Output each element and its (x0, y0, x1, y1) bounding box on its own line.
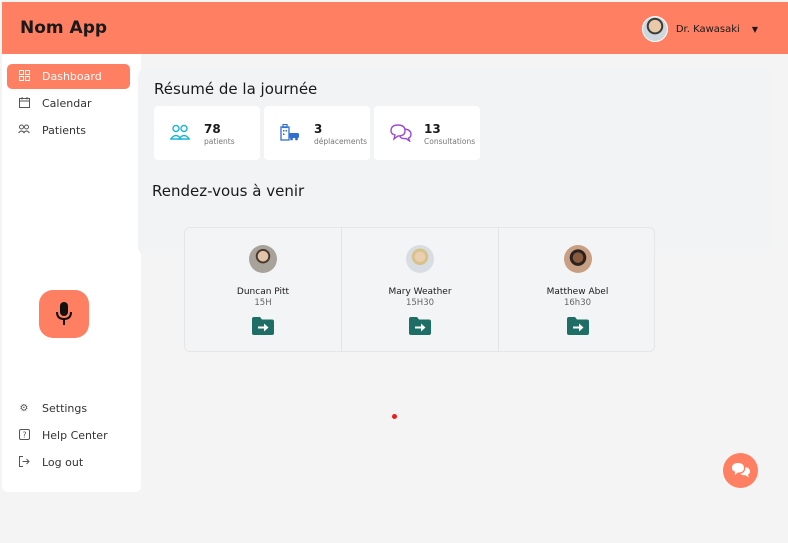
avatar (406, 245, 434, 273)
avatar (249, 245, 277, 273)
sidebar: Dashboard Calendar Patients ⚙ Settings ?… (2, 54, 141, 492)
chat-icon (731, 463, 750, 478)
calendar-icon (17, 96, 31, 111)
stat-card-patients: 78 patients (154, 106, 260, 160)
sidebar-item-label: Help Center (42, 429, 108, 442)
stat-label: déplacements (314, 137, 368, 146)
users-icon (17, 124, 31, 137)
avatar (563, 245, 592, 273)
top-bar: Nom App Dr. Kawasaki ▼ (2, 2, 788, 54)
sidebar-item-label: Calendar (42, 97, 92, 110)
app-title: Nom App (20, 18, 108, 38)
appointment-time: 15H (254, 298, 272, 308)
status-dot (392, 414, 397, 419)
user-avatar[interactable] (641, 16, 668, 42)
sidebar-item-label: Dashboard (42, 70, 102, 83)
upcoming-title: Rendez-vous à venir (152, 182, 305, 200)
appointments-list: Duncan Pitt 15H Mary Weather 15H30 Matth… (184, 227, 655, 352)
stat-card-consultations: 13 Consultations (374, 106, 480, 160)
sidebar-item-label: Settings (42, 402, 88, 415)
chat-bubbles-icon (390, 124, 412, 142)
appointment-time: 15H30 (405, 298, 435, 308)
open-folder-icon[interactable] (566, 317, 589, 335)
microphone-button[interactable] (39, 290, 89, 338)
building-car-icon (280, 124, 299, 141)
sidebar-item-label: Patients (42, 124, 87, 137)
caret-down-icon[interactable]: ▼ (752, 25, 758, 34)
appointment-card: Duncan Pitt 15H (185, 228, 342, 351)
appointment-card: Matthew Abel 16h30 (499, 228, 656, 351)
stat-label: Consultations (424, 137, 476, 146)
user-menu[interactable]: Dr. Kawasaki ▼ (641, 16, 758, 42)
stat-value: 78 (204, 122, 221, 136)
stat-label: patients (204, 137, 235, 146)
open-folder-icon[interactable] (409, 317, 431, 335)
stat-value: 13 (424, 122, 441, 136)
sidebar-item-patients[interactable]: Patients (7, 118, 130, 143)
chat-button[interactable] (723, 453, 758, 488)
sidebar-item-dashboard[interactable]: Dashboard (7, 64, 130, 89)
logout-icon (17, 455, 31, 470)
stat-card-deplacements: 3 déplacements (264, 106, 370, 160)
sidebar-item-log-out[interactable]: Log out (7, 450, 130, 475)
patient-name: Matthew Abel (546, 287, 609, 297)
sidebar-item-calendar[interactable]: Calendar (7, 91, 130, 116)
user-name[interactable]: Dr. Kawasaki (676, 24, 740, 35)
people-icon (170, 124, 190, 140)
microphone-icon (56, 302, 72, 325)
sidebar-item-help-center[interactable]: ? Help Center (7, 423, 130, 448)
gear-icon: ⚙ (19, 403, 29, 414)
appointment-time: 16h30 (563, 298, 592, 308)
stat-value: 3 (314, 122, 323, 136)
open-folder-icon[interactable] (252, 317, 274, 335)
grid-icon (17, 69, 31, 84)
patient-name: Mary Weather (388, 287, 452, 297)
svg-text:?: ? (22, 430, 26, 439)
help-icon: ? (17, 428, 31, 443)
patient-name: Duncan Pitt (236, 287, 290, 297)
summary-title: Résumé de la journée (154, 80, 318, 98)
appointment-card: Mary Weather 15H30 (342, 228, 499, 351)
sidebar-item-settings[interactable]: ⚙ Settings (7, 396, 130, 421)
sidebar-item-label: Log out (42, 456, 84, 469)
